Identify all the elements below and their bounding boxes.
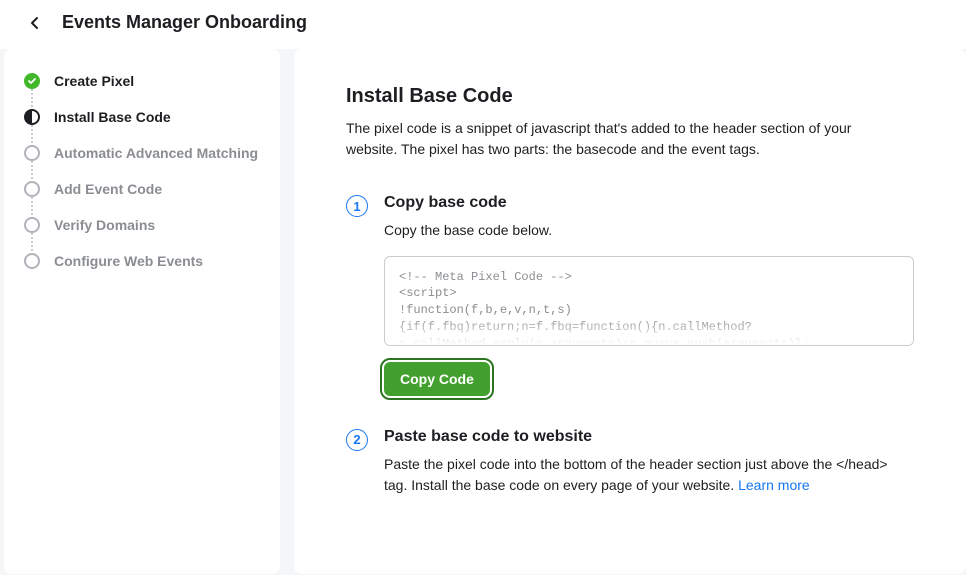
substep-desc-text: Paste the pixel code into the bottom of … bbox=[384, 456, 888, 494]
step-number-icon: 2 bbox=[346, 429, 368, 451]
step-label: Install Base Code bbox=[54, 109, 171, 125]
back-button[interactable] bbox=[28, 16, 42, 30]
substep-title: Copy base code bbox=[384, 194, 914, 212]
substep-copy-base-code: 1 Copy base code Copy the base code belo… bbox=[346, 194, 914, 396]
substep-paste-base-code: 2 Paste base code to website Paste the p… bbox=[346, 428, 914, 497]
step-verify-domains[interactable]: Verify Domains bbox=[24, 217, 260, 233]
half-circle-icon bbox=[24, 109, 40, 125]
step-label: Configure Web Events bbox=[54, 253, 203, 269]
main-panel: Install Base Code The pixel code is a sn… bbox=[294, 49, 966, 574]
step-install-base-code[interactable]: Install Base Code bbox=[24, 109, 260, 125]
empty-circle-icon bbox=[24, 181, 40, 197]
check-icon bbox=[24, 73, 40, 89]
step-label: Verify Domains bbox=[54, 217, 155, 233]
step-connector bbox=[31, 161, 33, 183]
main-description: The pixel code is a snippet of javascrip… bbox=[346, 118, 906, 160]
step-automatic-advanced-matching[interactable]: Automatic Advanced Matching bbox=[24, 145, 260, 161]
empty-circle-icon bbox=[24, 217, 40, 233]
empty-circle-icon bbox=[24, 145, 40, 161]
page-title: Events Manager Onboarding bbox=[62, 12, 307, 33]
step-connector bbox=[31, 233, 33, 255]
step-add-event-code[interactable]: Add Event Code bbox=[24, 181, 260, 197]
step-configure-web-events[interactable]: Configure Web Events bbox=[24, 253, 260, 269]
step-create-pixel[interactable]: Create Pixel bbox=[24, 73, 260, 89]
step-label: Create Pixel bbox=[54, 73, 134, 89]
chevron-left-icon bbox=[30, 16, 40, 30]
step-label: Automatic Advanced Matching bbox=[54, 145, 258, 161]
step-label: Add Event Code bbox=[54, 181, 162, 197]
page-header: Events Manager Onboarding bbox=[0, 0, 966, 49]
step-connector bbox=[31, 197, 33, 219]
code-snippet-box[interactable]: <!-- Meta Pixel Code --> <script> !funct… bbox=[384, 256, 914, 346]
learn-more-link[interactable]: Learn more bbox=[738, 477, 810, 493]
step-connector bbox=[31, 125, 33, 147]
substep-description: Copy the base code below. bbox=[384, 220, 914, 242]
substep-title: Paste base code to website bbox=[384, 428, 914, 446]
step-connector bbox=[31, 89, 33, 111]
copy-code-button[interactable]: Copy Code bbox=[384, 362, 490, 396]
fade-overlay bbox=[385, 317, 913, 345]
step-number-icon: 1 bbox=[346, 195, 368, 217]
main-title: Install Base Code bbox=[346, 85, 914, 108]
substep-description: Paste the pixel code into the bottom of … bbox=[384, 454, 914, 497]
empty-circle-icon bbox=[24, 253, 40, 269]
steps-sidebar: Create Pixel Install Base Code Automatic… bbox=[4, 49, 280, 574]
